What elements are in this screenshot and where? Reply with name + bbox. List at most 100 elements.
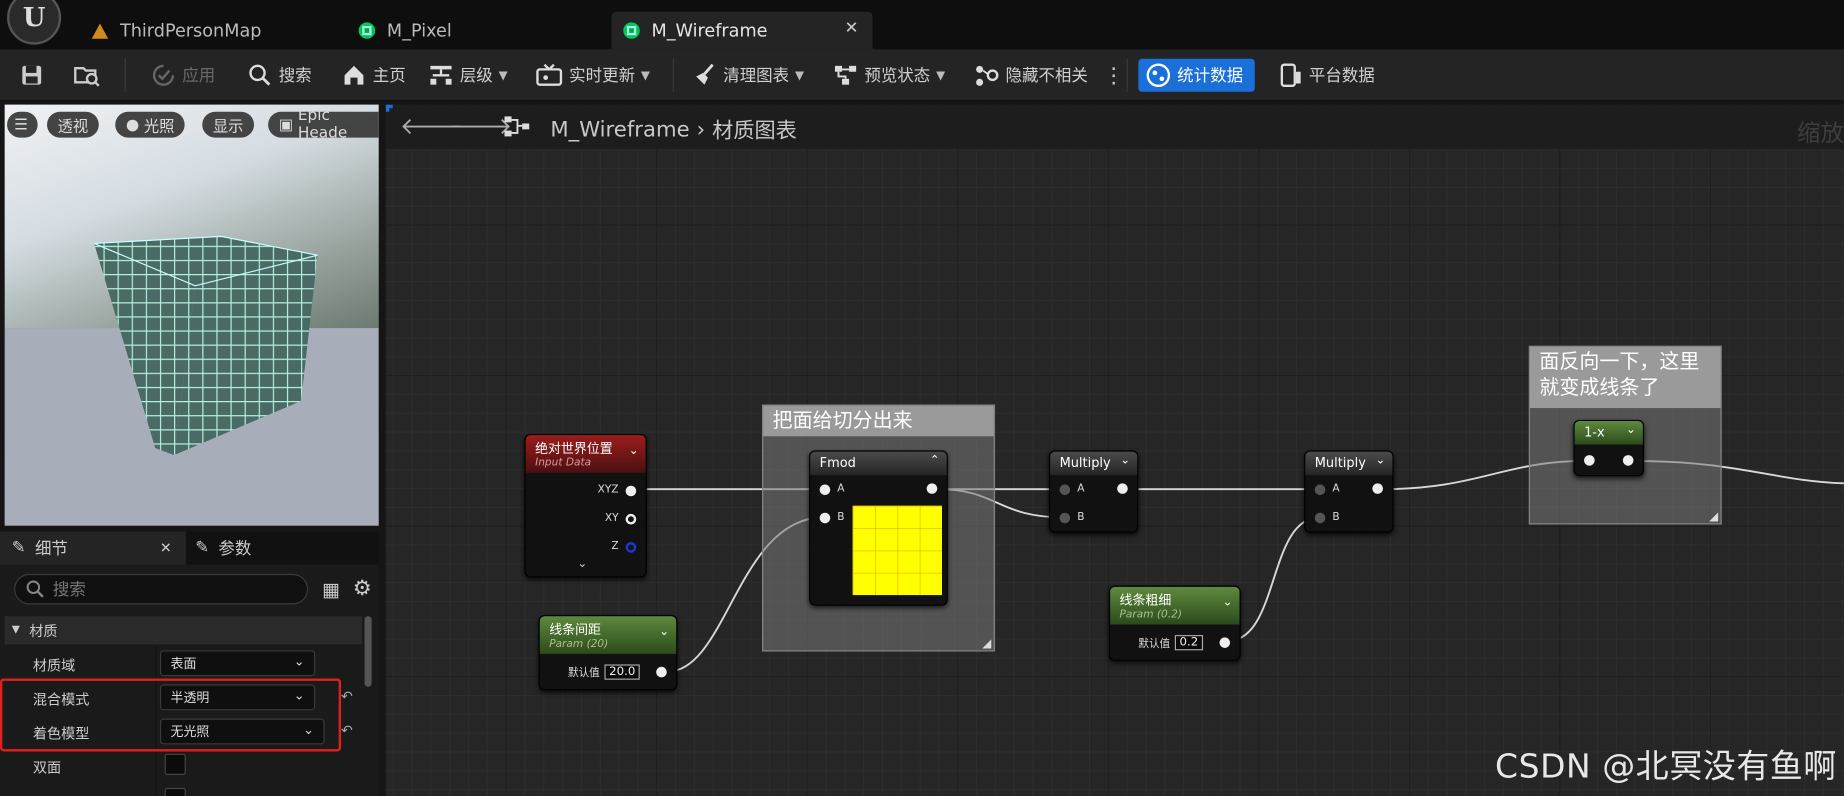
pin-output[interactable] [656,666,667,678]
show-button[interactable]: 显示 [202,111,255,138]
stats-icon [1146,63,1171,88]
default-value-label: 默认值 [1138,638,1171,651]
search-icon [26,580,44,598]
close-icon[interactable]: ✕ [845,19,859,38]
material-graph-canvas[interactable]: 🡐 🡒 M_Wireframe › 材质图表 缩放 把面给切分出来 ◢ 面反向一… [385,104,1844,796]
chevron-down-icon[interactable]: ⌄ [1223,596,1233,609]
default-value-input[interactable]: 20.0 [604,664,641,680]
tab-details[interactable]: ✎ 细节 ✕ [0,531,186,565]
pin-dot [625,513,637,524]
reset-icon[interactable]: ↶ [341,688,353,704]
pin-input[interactable] [1584,455,1595,466]
property-row [5,783,363,796]
tab-parameters[interactable]: ✎ 参数 [195,532,251,565]
perspective-button[interactable]: 透视 [47,111,99,138]
unreal-logo-icon[interactable]: U [7,0,62,45]
tab-m-pixel[interactable]: M_Pixel [358,12,452,50]
pin-output[interactable] [1117,483,1128,494]
details-search-input[interactable]: 搜索 [14,573,309,605]
resize-handle-icon[interactable]: ◢ [1709,510,1718,523]
node-fmod[interactable]: Fmod ⌃ A B [809,450,948,606]
tab-thirdpersonmap[interactable]: ThirdPersonMap [91,12,261,50]
tab-label: M_Pixel [386,19,452,42]
chevron-down-icon: ⌄ [293,653,305,670]
chevron-down-icon[interactable]: ⌄ [629,445,639,458]
lit-button[interactable]: ● 光照 [115,111,186,138]
node-header: 1-x ⌄ [1574,421,1643,445]
pin-b[interactable]: B [1314,512,1340,523]
more-options-icon[interactable]: ⋮ [1103,60,1124,91]
gear-icon[interactable]: ⚙ [353,576,372,601]
node-param-line-thickness[interactable]: 线条粗细 Param (0.2) ⌄ 默认值 0.2 [1108,585,1241,661]
preview-viewport[interactable]: ☰ 透视 ●光照 显示 ▣Epic Heade Z X [4,104,379,526]
hierarchy-button[interactable]: 层级 ▼ [428,60,508,91]
search-button[interactable]: 搜索 [247,60,312,91]
toolbar: 应用 搜索 主页 层级 ▼ 实时更新 ▼ 清理图表 ▼ 预览状态 ▼ 隐藏不相关… [0,49,1844,102]
live-update-button[interactable]: 实时更新 ▼ [535,60,650,91]
pin-xy[interactable]: XY [605,513,637,524]
pin-output[interactable] [1372,483,1383,494]
pencil-icon: ✎ [195,538,210,558]
expand-chevron-icon[interactable]: ⌄ [577,557,587,570]
epic-quality-button[interactable]: ▣ Epic Heade [268,107,379,142]
comment-title: 把面给切分出来 [763,405,994,437]
hide-unrelated-icon [976,65,999,86]
pin-label: A [837,483,845,496]
pin-z[interactable]: Z [611,541,637,553]
node-subtitle: Param (20) [549,638,609,651]
node-multiply[interactable]: Multiply ⌄ A B [1304,450,1394,533]
details-scrollbar[interactable] [364,616,372,687]
node-multiply[interactable]: Multiply ⌄ A B [1048,450,1139,533]
platform-stats-button[interactable]: 平台数据 [1277,60,1375,91]
node-subtitle: Input Data [535,457,592,470]
close-icon[interactable]: ✕ [160,540,172,556]
material-domain-dropdown[interactable]: 表面 ⌄ [159,650,316,677]
default-value-input[interactable]: 0.2 [1174,635,1203,651]
tab-details-label: 细节 [34,539,68,559]
pin-output[interactable] [926,483,938,494]
browse-button[interactable] [73,60,107,91]
pin-b[interactable]: B [819,512,845,523]
default-value-row: 默认值 0.2 [1138,635,1203,651]
chevron-up-icon[interactable]: ⌃ [930,454,940,467]
two-sided-checkbox[interactable] [164,753,186,775]
node-title: Multiply [1059,455,1111,471]
clean-graph-button[interactable]: 清理图表 ▼ [691,60,804,91]
scalability-icon: ▣ [278,115,294,134]
map-icon [91,22,109,39]
preview-state-button[interactable]: 预览状态 ▼ [833,60,945,91]
home-button[interactable]: 主页 [341,60,406,91]
pin-output[interactable] [1622,455,1634,466]
node-absolute-world-position[interactable]: 绝对世界位置 Input Data ⌄ XYZ XY Z ⌄ [524,433,647,578]
chevron-down-icon[interactable]: ⌄ [1626,423,1636,436]
property-checkbox[interactable] [164,787,186,796]
pin-xyz[interactable]: XYZ [598,485,637,496]
lit-label: 光照 [143,118,175,136]
node-title: Multiply [1314,455,1366,471]
reset-icon[interactable]: ↶ [341,722,353,738]
chevron-down-icon[interactable]: ⌄ [1120,454,1130,467]
tab-m-wireframe[interactable]: M_Wireframe ✕ [611,11,873,50]
chevron-down-icon[interactable]: ⌄ [1375,454,1385,467]
pin-b[interactable]: B [1059,512,1084,523]
table-view-icon[interactable]: ▦ [322,579,340,601]
category-material[interactable]: ▼ 材质 [4,616,363,645]
platform-stats-label: 平台数据 [1308,67,1375,86]
node-param-line-spacing[interactable]: 线条间距 Param (20) ⌄ 默认值 20.0 [538,615,678,691]
pin-a[interactable]: A [1059,483,1084,495]
node-header: Multiply ⌄ [1305,451,1393,476]
pin-a[interactable]: A [1314,483,1340,495]
save-button[interactable] [19,60,51,91]
viewport-menu-icon[interactable]: ☰ [7,111,38,138]
pin-output[interactable] [1219,637,1231,648]
property-row: 材质域 表面 ⌄ [5,646,363,680]
node-one-minus[interactable]: 1-x ⌄ [1573,419,1645,477]
apply-button[interactable]: 应用 [151,60,215,91]
material-icon [358,22,376,39]
hide-unrelated-button[interactable]: 隐藏不相关 [974,60,1088,91]
pin-a[interactable]: A [819,483,845,496]
stats-button[interactable]: 统计数据 [1138,58,1255,92]
chevron-down-icon[interactable]: ⌄ [659,626,669,639]
resize-handle-icon[interactable]: ◢ [982,637,991,650]
live-update-label: 实时更新 [569,67,636,86]
